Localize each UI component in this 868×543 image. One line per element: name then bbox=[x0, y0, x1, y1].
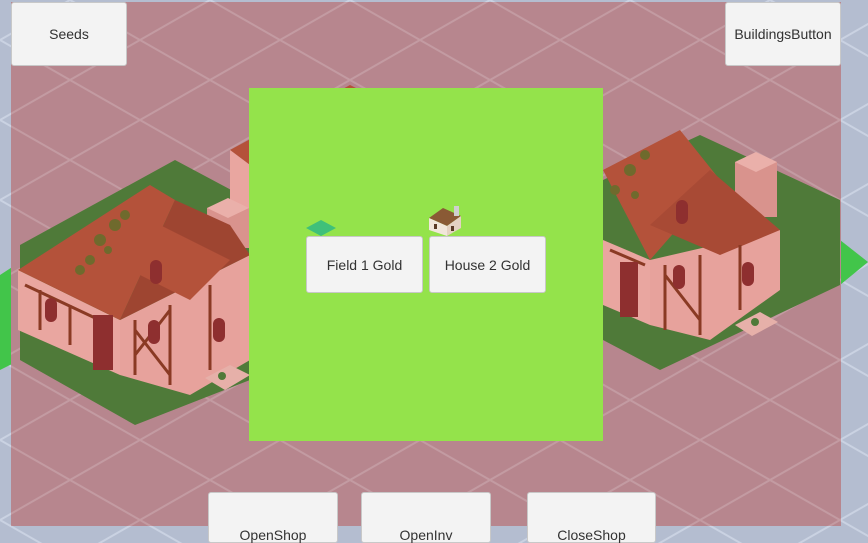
buildings-button-label: BuildingsButton bbox=[734, 26, 832, 42]
buy-house-label: House 2 Gold bbox=[444, 256, 531, 273]
close-shop-button[interactable]: CloseShop bbox=[527, 492, 656, 543]
seeds-button-label: Seeds bbox=[49, 26, 89, 42]
open-shop-button[interactable]: OpenShop bbox=[208, 492, 338, 543]
shop-panel: Field 1 Gold House 2 Gold bbox=[249, 88, 603, 441]
open-inv-label: OpenInv bbox=[399, 527, 453, 543]
buildings-button[interactable]: BuildingsButton bbox=[725, 2, 841, 66]
field-tile-icon bbox=[306, 220, 336, 236]
open-inv-button[interactable]: OpenInv bbox=[361, 492, 491, 543]
house-icon bbox=[429, 206, 461, 236]
open-shop-label: OpenShop bbox=[239, 527, 307, 543]
close-shop-label: CloseShop bbox=[557, 527, 626, 543]
seeds-button[interactable]: Seeds bbox=[11, 2, 127, 66]
buy-field-label: Field 1 Gold bbox=[326, 256, 403, 273]
buy-house-button[interactable]: House 2 Gold bbox=[429, 236, 546, 293]
buy-field-button[interactable]: Field 1 Gold bbox=[306, 236, 423, 293]
